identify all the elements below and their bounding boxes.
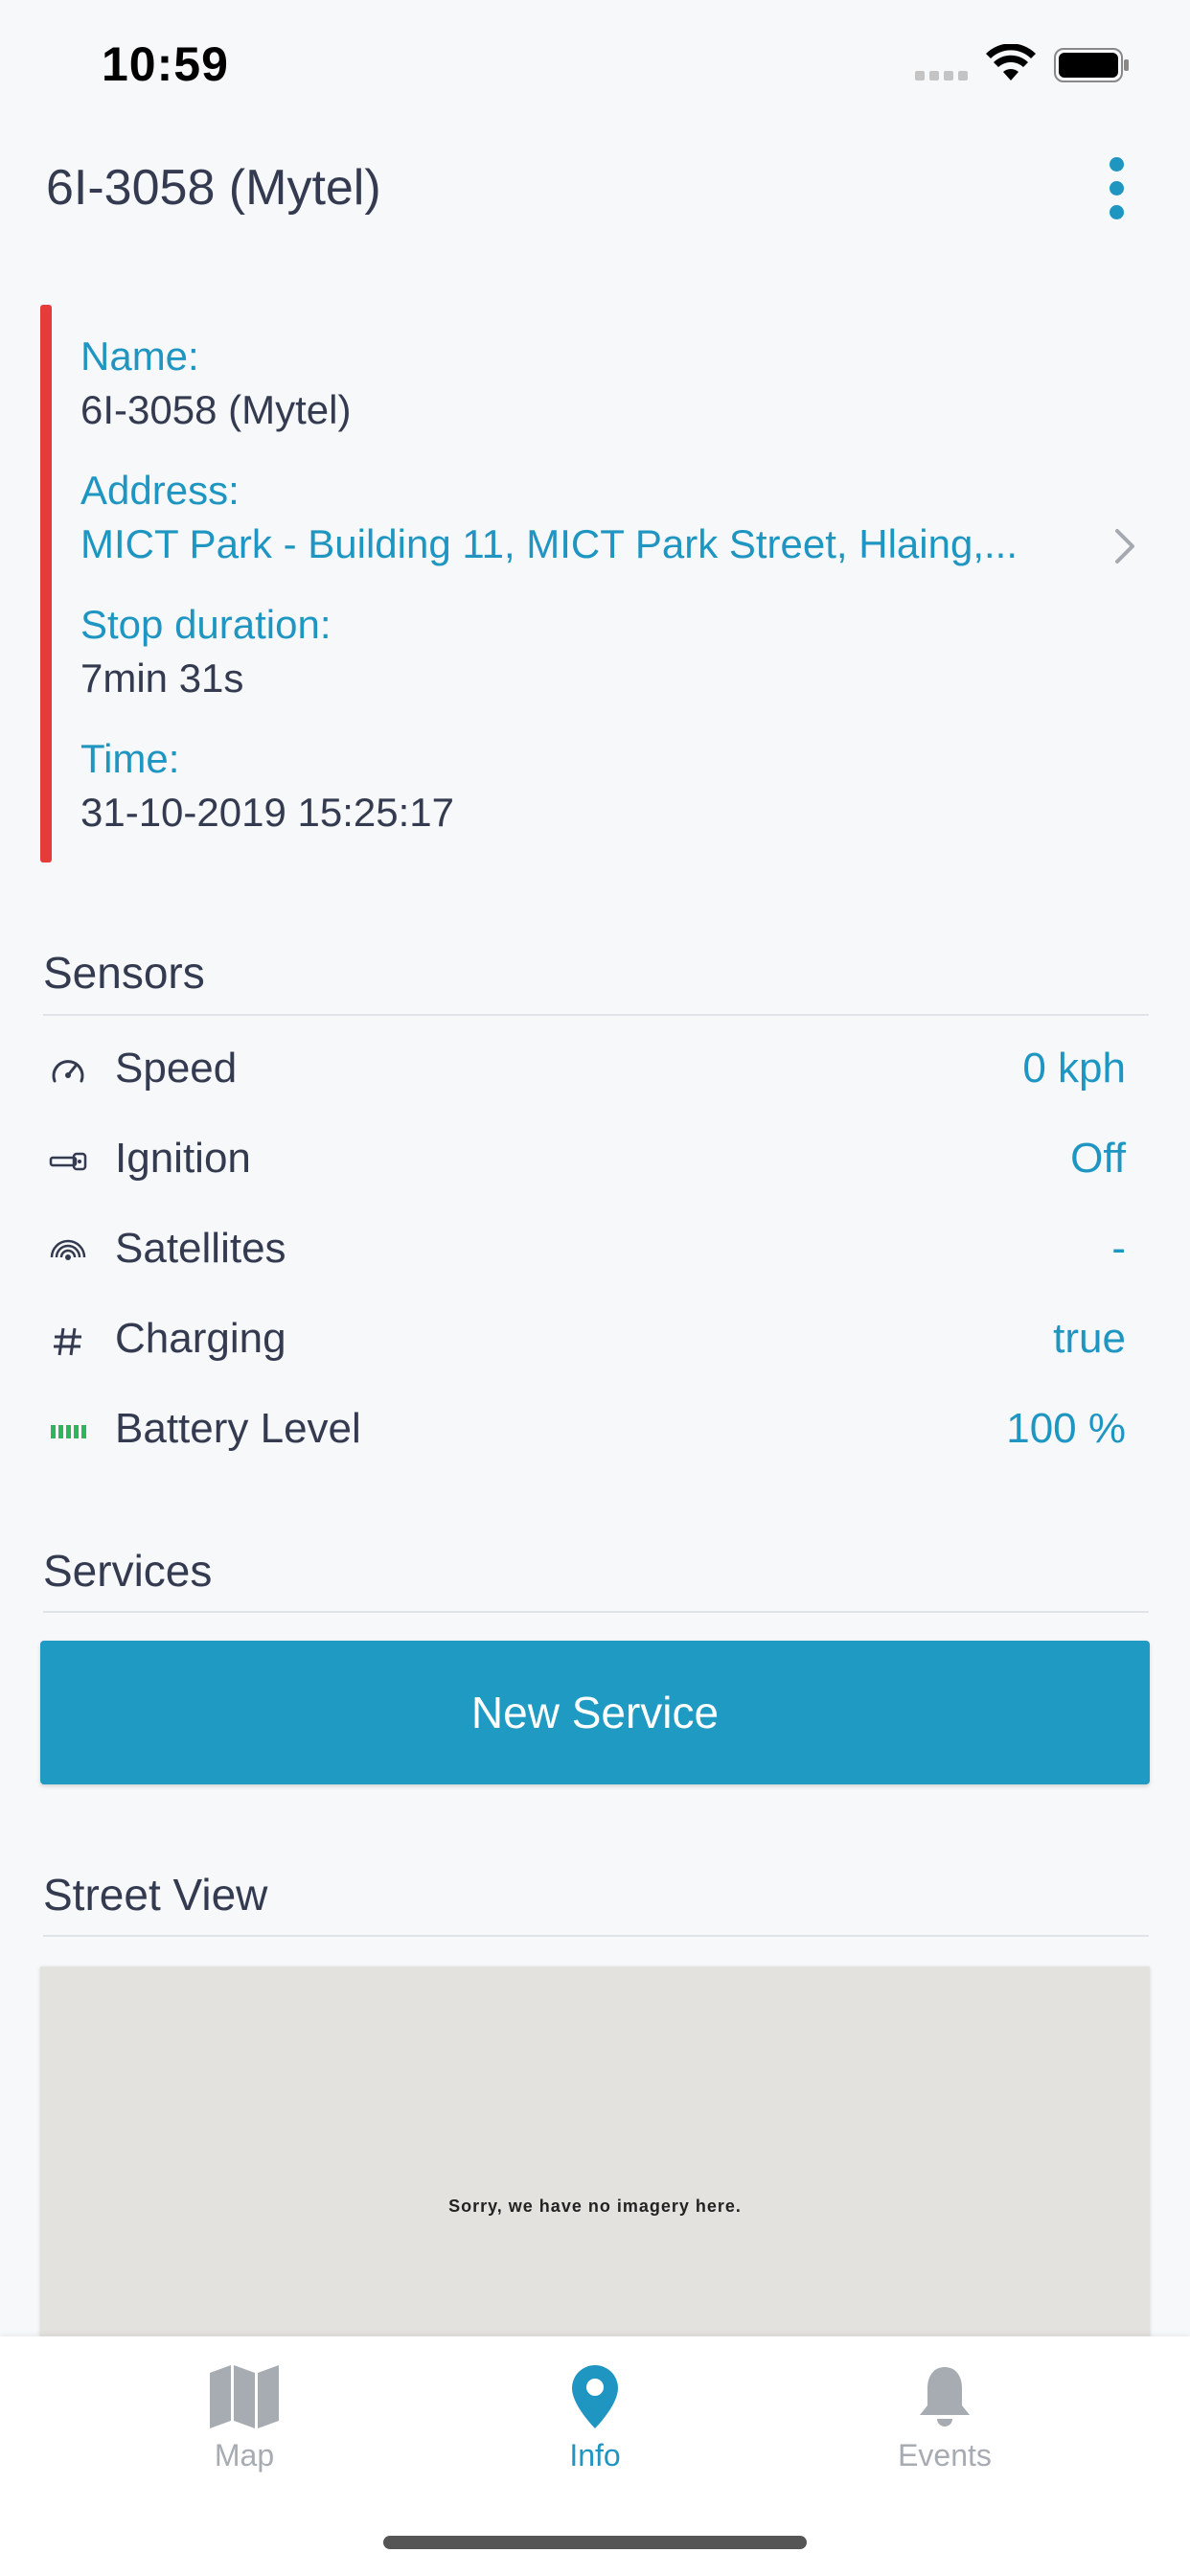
- sensor-row-speed: Speed 0 kph: [43, 1035, 1126, 1112]
- status-indicator-bar: [40, 305, 52, 862]
- sensor-label: Battery Level: [115, 1405, 361, 1452]
- section-divider: [43, 1611, 1149, 1613]
- more-options-icon[interactable]: [1102, 157, 1131, 220]
- battery-level-icon: [51, 1425, 86, 1438]
- time-value: 31-10-2019 15:25:17: [80, 790, 454, 835]
- sensor-label: Speed: [115, 1045, 238, 1092]
- time-label: Time:: [80, 736, 180, 781]
- location-pin-icon: [572, 2365, 618, 2428]
- sensor-label: Charging: [115, 1315, 286, 1362]
- street-view-section-title: Street View: [43, 1870, 268, 1920]
- sensor-value: 0 kph: [1022, 1045, 1126, 1092]
- services-section-title: Services: [43, 1546, 213, 1596]
- tab-label: Events: [898, 2438, 992, 2472]
- status-bar: 10:59: [0, 0, 1190, 128]
- sensor-row-charging: Charging true: [43, 1305, 1126, 1382]
- section-divider: [43, 1014, 1149, 1016]
- new-service-button[interactable]: New Service: [40, 1641, 1150, 1784]
- tab-label: Map: [214, 2438, 275, 2472]
- stop-duration-label: Stop duration:: [80, 602, 332, 647]
- tab-map[interactable]: Map: [149, 2363, 340, 2507]
- name-value: 6I-3058 (Mytel): [80, 387, 352, 432]
- street-view-panel[interactable]: Sorry, we have no imagery here.: [40, 1966, 1150, 2350]
- sensor-row-ignition: Ignition Off: [43, 1125, 1126, 1202]
- sensor-label: Satellites: [115, 1225, 286, 1272]
- sensor-row-battery-level: Battery Level 100 %: [43, 1395, 1126, 1472]
- stop-duration-value: 7min 31s: [80, 656, 244, 701]
- map-icon: [210, 2365, 279, 2428]
- satellite-icon: [50, 1239, 86, 1260]
- sensor-value: Off: [1070, 1135, 1126, 1182]
- sensors-section-title: Sensors: [43, 948, 205, 998]
- cellular-signal-icon: [915, 71, 968, 80]
- speedometer-icon: [52, 1060, 84, 1083]
- hash-icon: [54, 1327, 81, 1356]
- status-time: 10:59: [102, 37, 229, 91]
- home-indicator: [383, 2536, 807, 2549]
- tab-events[interactable]: Events: [849, 2363, 1041, 2507]
- name-label: Name:: [80, 334, 199, 379]
- bell-icon: [920, 2367, 970, 2426]
- wifi-icon: [986, 44, 1036, 80]
- tab-info[interactable]: Info: [499, 2363, 691, 2507]
- sensor-label: Ignition: [115, 1135, 251, 1182]
- chevron-right-icon[interactable]: [1113, 527, 1136, 565]
- address-label: Address:: [80, 468, 240, 513]
- sensor-value: -: [1111, 1225, 1126, 1272]
- section-divider: [43, 1935, 1149, 1937]
- sensor-row-satellites: Satellites -: [43, 1215, 1126, 1292]
- object-info-card: Name: 6I-3058 (Mytel) Address: MICT Park…: [40, 305, 1150, 862]
- sensor-value: 100 %: [1006, 1405, 1126, 1452]
- page-title: 6I-3058 (Mytel): [46, 160, 381, 216]
- sensor-value: true: [1053, 1315, 1126, 1362]
- street-view-message: Sorry, we have no imagery here.: [448, 2196, 742, 2216]
- key-icon: [49, 1152, 87, 1171]
- battery-icon: [1054, 48, 1129, 82]
- tab-label: Info: [569, 2438, 621, 2472]
- address-link[interactable]: MICT Park - Building 11, MICT Park Stree…: [80, 521, 1106, 567]
